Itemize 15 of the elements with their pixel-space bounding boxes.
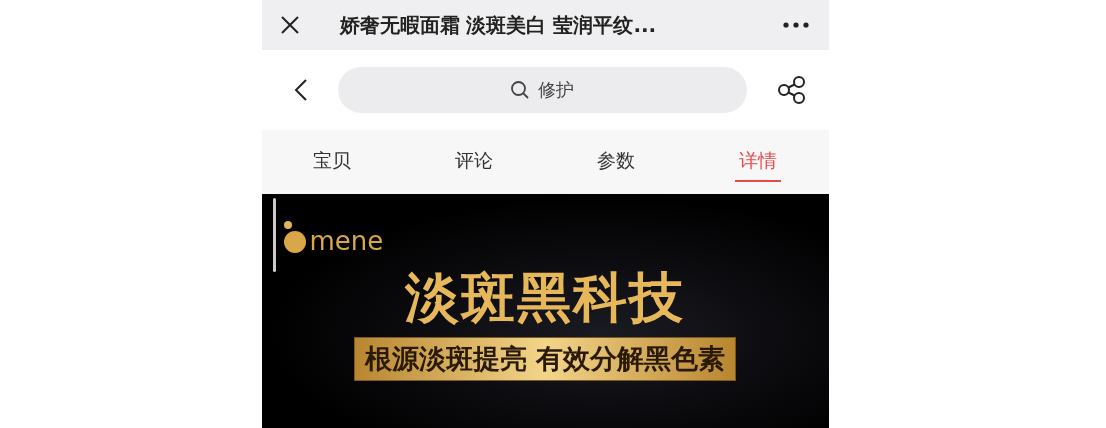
share-icon[interactable] (776, 75, 807, 105)
back-icon[interactable] (293, 78, 308, 102)
tab[interactable]: 宝贝 (309, 142, 356, 182)
banner-headline: 淡斑黑科技 (405, 268, 685, 328)
brand-logo: mene (309, 228, 384, 254)
search-field[interactable]: 修护 (337, 67, 747, 113)
tab[interactable]: 详情 (734, 142, 781, 182)
close-icon[interactable] (279, 15, 300, 35)
logo-icon (281, 220, 308, 254)
page-title: 娇奢无暇面霜 淡斑美白 莹润平纹... (339, 11, 658, 39)
search-icon (510, 80, 530, 100)
banner-tagline: 根源淡斑提亮 有效分解黑色素 (353, 337, 737, 382)
tab[interactable]: 参数 (592, 142, 639, 182)
more-icon[interactable] (782, 22, 809, 28)
tab[interactable]: 评论 (451, 142, 498, 182)
